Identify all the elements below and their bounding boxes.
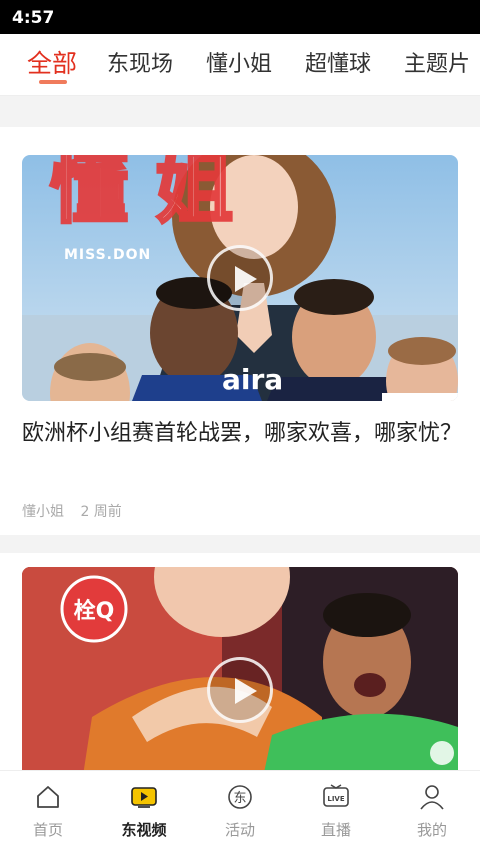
nav-profile[interactable]: 我的 (384, 771, 480, 855)
nav-live[interactable]: LIVE 直播 (288, 771, 384, 855)
tab-dong-live[interactable]: 东现场 (107, 46, 173, 78)
video-time: 2 周前 (80, 504, 122, 520)
video-icon (131, 787, 157, 808)
activity-icon: 东 (228, 785, 252, 809)
video-title[interactable]: 欧洲杯小组赛首轮战罢，哪家欢喜，哪家忧？ (22, 417, 462, 451)
spacer (0, 96, 480, 126)
home-icon (37, 786, 59, 808)
tab-all[interactable]: 全部 (27, 44, 77, 80)
live-icon-text: LIVE (327, 795, 344, 803)
nav-activity[interactable]: 东 活动 (192, 771, 288, 855)
nav-label: 东视频 (121, 821, 167, 839)
tab-theme[interactable]: 主题片 (404, 46, 470, 78)
spacer (0, 535, 480, 553)
video-card[interactable]: 栓Q (0, 553, 480, 782)
live-icon: LIVE (323, 784, 349, 807)
user-icon (420, 785, 444, 810)
video-thumbnail[interactable]: 懂 姐 MISS.DON aira (22, 155, 458, 401)
nav-label: 直播 (320, 821, 351, 839)
play-icon[interactable] (207, 657, 273, 723)
nav-video[interactable]: 东视频 (96, 771, 192, 855)
tab-super-football[interactable]: 超懂球 (305, 46, 371, 78)
play-icon[interactable] (207, 245, 273, 311)
nav-label: 我的 (416, 821, 447, 839)
video-author: 懂小姐 (22, 504, 64, 520)
bottom-navigation: 首页 东视频 东 活动 LIVE 直播 我的 (0, 770, 480, 855)
thumbnail-badge-text: 栓Q (74, 599, 115, 624)
status-time: 4:57 (12, 8, 55, 28)
thumbnail-title-text: 懂 姐 (50, 155, 233, 234)
nav-label: 首页 (32, 821, 63, 839)
thumbnail-shirt-text: aira (222, 363, 283, 396)
category-tabs: 全部 东现场 懂小姐 超懂球 主题片 (0, 34, 480, 96)
active-tab-indicator (39, 80, 67, 84)
nav-home[interactable]: 首页 (0, 771, 96, 855)
video-thumbnail[interactable]: 栓Q (22, 567, 458, 782)
tab-miss-dong[interactable]: 懂小姐 (206, 46, 272, 78)
svg-text:东: 东 (233, 791, 246, 806)
thumbnail-subtitle-text: MISS.DON (64, 247, 151, 263)
nav-label: 活动 (224, 821, 255, 839)
status-bar: 4:57 (0, 0, 480, 34)
video-meta: 懂小姐 2 周前 (22, 501, 122, 521)
video-card[interactable]: 懂 姐 MISS.DON aira 欧洲杯小组赛首轮战罢，哪家欢喜，哪家忧？ 懂… (0, 127, 480, 535)
app-screen: 4:57 全部 东现场 懂小姐 超懂球 主题片 懂 姐 MISS.DON air… (0, 0, 480, 855)
